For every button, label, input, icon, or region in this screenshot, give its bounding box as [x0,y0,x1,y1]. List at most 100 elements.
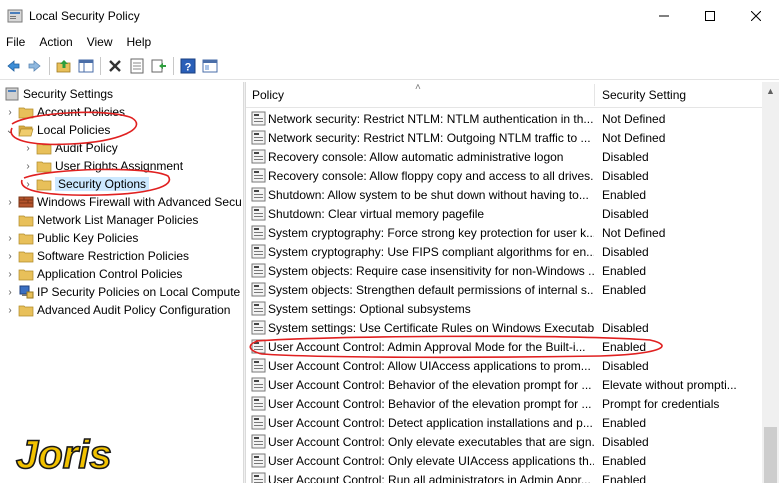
scrollbar-thumb[interactable] [764,427,777,483]
security-setting-cell: Not Defined [602,130,666,145]
tree-item-ip-security[interactable]: › IP Security Policies on Local Compute [4,283,240,301]
export-list-button[interactable] [148,55,170,77]
tree-item-windows-firewall[interactable]: › Windows Firewall with Advanced Secu [4,193,241,211]
vertical-scrollbar[interactable]: ▲ [762,82,779,483]
table-row[interactable]: Shutdown: Clear virtual memory pagefile D… [246,204,762,223]
tree-item-application-control[interactable]: › Application Control Policies [4,265,182,283]
console-tree: Security Settings › Account Policies ⌄ L… [0,82,243,483]
up-one-level-button[interactable] [53,55,75,77]
column-separator[interactable] [594,84,595,106]
table-row[interactable]: Recovery console: Allow floppy copy and … [246,166,762,185]
table-row[interactable]: Network security: Restrict NTLM: NTLM au… [246,109,762,128]
svg-text:Joris: Joris [16,433,112,477]
folder-icon [18,215,34,227]
forward-button[interactable] [24,55,46,77]
properties-button[interactable] [126,55,148,77]
chevron-right-icon[interactable]: › [22,161,34,172]
policy-name-cell: User Account Control: Allow UIAccess app… [268,358,591,373]
tree-item-user-rights-assignment[interactable]: › User Rights Assignment [22,157,183,175]
table-row[interactable]: User Account Control: Allow UIAccess app… [246,356,762,375]
table-row[interactable]: User Account Control: Only elevate execu… [246,432,762,451]
table-row[interactable]: Shutdown: Allow system to be shut down w… [246,185,762,204]
close-button[interactable] [733,0,779,32]
scroll-up-arrow-icon[interactable]: ▲ [762,82,779,99]
back-arrow-icon [7,60,20,72]
close-icon [751,11,761,21]
menu-file[interactable]: File [0,35,33,49]
delete-button[interactable] [104,55,126,77]
table-row[interactable]: User Account Control: Only elevate UIAcc… [246,451,762,470]
back-button[interactable] [2,55,24,77]
console-tree-button[interactable] [199,55,221,77]
chevron-right-icon[interactable]: › [4,287,16,298]
policy-name-cell: System settings: Use Certificate Rules o… [268,320,594,335]
tree-item-account-policies[interactable]: › Account Policies [4,103,125,121]
show-hide-tree-button[interactable] [75,55,97,77]
folder-icon [36,161,52,173]
help-button[interactable]: ? [177,55,199,77]
table-row[interactable]: User Account Control: Behavior of the el… [246,375,762,394]
maximize-icon [705,11,715,21]
menu-action[interactable]: Action [33,35,80,49]
chevron-right-icon[interactable]: › [22,179,34,190]
security-setting-cell: Enabled [602,472,647,483]
policy-setting-icon [251,263,266,278]
chevron-right-icon[interactable]: › [4,233,16,244]
policy-setting-icon [251,244,266,259]
tree-item-local-policies[interactable]: ⌄ Local Policies [4,121,111,139]
policy-setting-icon [251,111,266,126]
column-header-policy[interactable]: Policy [252,82,592,108]
policy-setting-icon [251,339,266,354]
chevron-right-icon[interactable]: › [4,107,16,118]
folder-icon [18,251,34,263]
folder-icon [18,269,34,281]
minimize-button[interactable] [641,0,687,32]
security-setting-cell: Enabled [602,453,647,468]
tree-root-security-settings[interactable]: Security Settings [2,85,113,103]
policy-name-cell: System objects: Require case insensitivi… [268,263,594,278]
tree-item-public-key-policies[interactable]: › Public Key Policies [4,229,138,247]
security-setting-cell: Disabled [602,320,649,335]
column-header-policy-label: Policy [252,88,285,102]
policy-setting-icon [251,130,266,145]
menu-view[interactable]: View [81,35,121,49]
chevron-right-icon[interactable]: › [4,251,16,262]
chevron-right-icon[interactable]: › [4,305,16,316]
menu-help[interactable]: Help [121,35,160,49]
table-row[interactable]: System cryptography: Force strong key pr… [246,223,762,242]
table-row[interactable]: User Account Control: Admin Approval Mod… [246,337,762,356]
tree-item-software-restriction[interactable]: › Software Restriction Policies [4,247,189,265]
tree-item-advanced-audit[interactable]: › Advanced Audit Policy Configuration [4,301,230,319]
policy-setting-icon [251,301,266,316]
chevron-down-icon[interactable]: ⌄ [4,125,16,136]
table-row[interactable]: System cryptography: Use FIPS compliant … [246,242,762,261]
table-row[interactable]: System settings: Use Certificate Rules o… [246,318,762,337]
minimize-icon [659,15,669,17]
table-row[interactable]: User Account Control: Detect application… [246,413,762,432]
toolbar-separator [49,57,50,75]
table-row[interactable]: User Account Control: Behavior of the el… [246,394,762,413]
table-row[interactable]: Recovery console: Allow automatic admini… [246,147,762,166]
chevron-right-icon[interactable]: › [22,143,34,154]
tree-item-audit-policy[interactable]: › Audit Policy [22,139,117,157]
column-header-security-setting[interactable]: Security Setting [602,82,760,108]
security-setting-cell: Enabled [602,187,647,202]
maximize-button[interactable] [687,0,733,32]
toolbar-separator [100,57,101,75]
policy-setting-icon [251,453,266,468]
policy-name-cell: Recovery console: Allow automatic admini… [268,149,564,164]
table-row[interactable]: System settings: Optional subsystems [246,299,762,318]
policy-name-cell: User Account Control: Behavior of the el… [268,396,592,411]
chevron-right-icon[interactable]: › [4,197,16,208]
chevron-right-icon[interactable]: › [4,269,16,280]
policy-setting-icon [251,206,266,221]
table-row[interactable]: System objects: Require case insensitivi… [246,261,762,280]
security-setting-cell: Disabled [602,149,649,164]
table-row[interactable]: User Account Control: Run all administra… [246,470,762,483]
show-hide-tree-icon [78,59,94,73]
table-row[interactable]: System objects: Strengthen default permi… [246,280,762,299]
tree-item-security-options[interactable]: › Security Options [22,175,150,193]
policy-name-cell: Shutdown: Allow system to be shut down w… [268,187,589,202]
tree-item-network-list-manager[interactable]: Network List Manager Policies [4,211,198,229]
table-row[interactable]: Network security: Restrict NTLM: Outgoin… [246,128,762,147]
